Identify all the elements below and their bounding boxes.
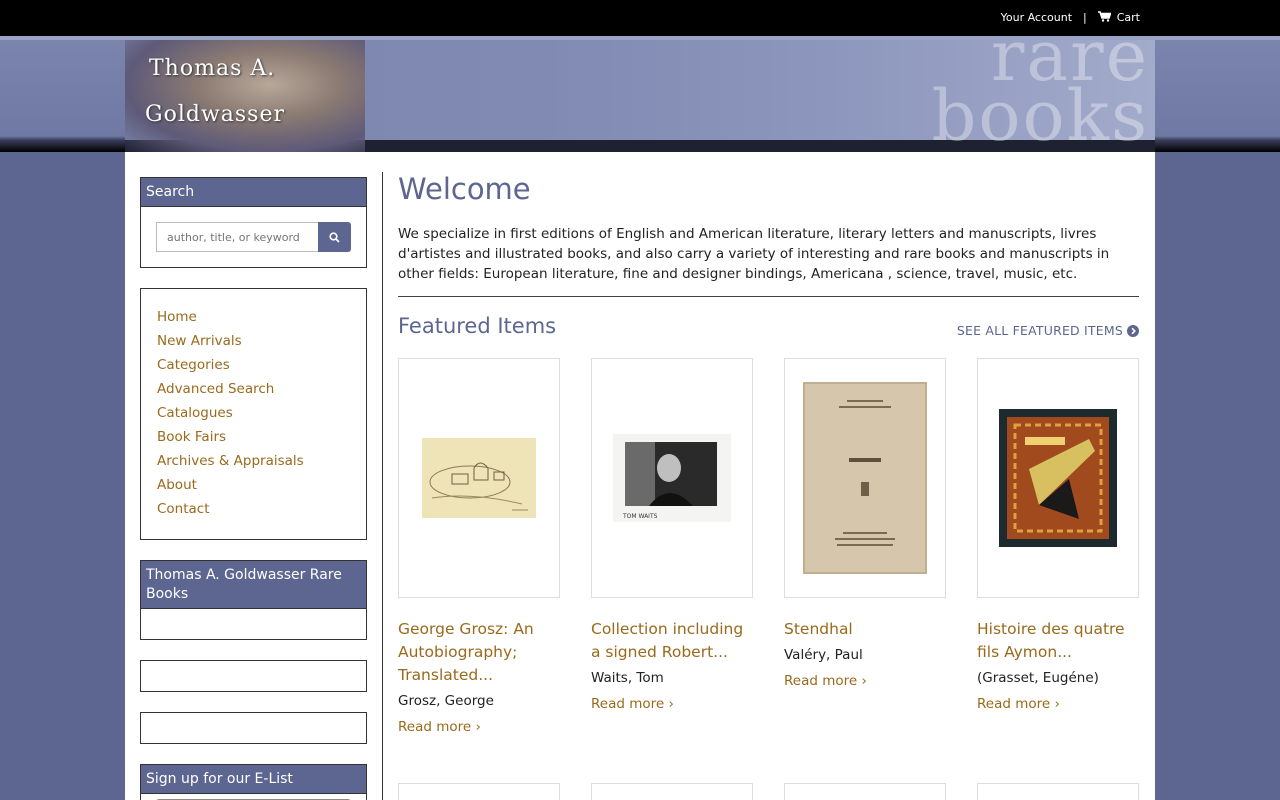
- search-panel-title: Search: [141, 178, 366, 207]
- sidebar: Search Home New Arrivals Categories Adva…: [140, 177, 367, 800]
- featured-item-card[interactable]: [398, 783, 560, 800]
- item-title-link[interactable]: Collection including a signed Robert...: [591, 618, 753, 664]
- item-author: Grosz, George: [398, 693, 494, 709]
- item-author: (Grasset, Eugéne): [977, 670, 1099, 686]
- nav-item-new-arrivals[interactable]: New Arrivals: [157, 329, 350, 353]
- site-header: Thomas A. Goldwasser rare books: [125, 40, 1155, 152]
- top-bar: Your Account | Cart: [0, 0, 1280, 36]
- logo-line-2: Goldwasser: [145, 102, 286, 127]
- nav-item-catalogues[interactable]: Catalogues: [157, 401, 350, 425]
- item-title-link[interactable]: Stendhal: [784, 618, 946, 641]
- item-thumbnail-sketch: [422, 438, 536, 518]
- sidebar-nav: Home New Arrivals Categories Advanced Se…: [141, 289, 366, 539]
- featured-items: George Grosz: An Autobiography; Translat…: [398, 358, 1139, 737]
- svg-text:TOM WAITS: TOM WAITS: [622, 513, 658, 520]
- chevron-right-icon: ›: [668, 696, 674, 712]
- featured-header: Featured Items SEE ALL FEATURED ITEMS: [398, 313, 1139, 345]
- company-panel-body: [141, 609, 366, 639]
- rare-books-tagline: rare books: [931, 40, 1149, 152]
- logo-line-1: Thomas A.: [149, 56, 276, 81]
- main-container: Search Home New Arrivals Categories Adva…: [125, 152, 1155, 800]
- featured-item-card[interactable]: [784, 783, 946, 800]
- item-image-link[interactable]: [784, 358, 946, 598]
- chevron-right-icon: ›: [1054, 696, 1060, 712]
- chevron-right-icon: ›: [475, 719, 481, 735]
- chevron-right-icon: ›: [861, 673, 867, 689]
- nav-item-contact[interactable]: Contact: [157, 497, 350, 521]
- intro-text: We specialize in first editions of Engli…: [398, 224, 1139, 297]
- main-content: Welcome We specialize in first editions …: [398, 172, 1139, 800]
- featured-item-card[interactable]: [977, 783, 1139, 800]
- column-divider: [382, 172, 383, 800]
- topbar-separator: |: [1083, 11, 1087, 24]
- featured-item: Histoire des quatre fils Aymon... (Grass…: [977, 358, 1139, 737]
- item-image-link[interactable]: [977, 358, 1139, 598]
- page-title: Welcome: [398, 172, 531, 206]
- item-author: Waits, Tom: [591, 670, 664, 686]
- see-all-featured-link[interactable]: SEE ALL FEATURED ITEMS: [957, 323, 1139, 338]
- featured-item: George Grosz: An Autobiography; Translat…: [398, 358, 560, 737]
- elist-panel: Sign up for our E-List: [140, 764, 367, 800]
- cart-link[interactable]: Cart: [1097, 11, 1140, 24]
- read-more-link[interactable]: Read more ›: [784, 671, 946, 691]
- read-more-link[interactable]: Read more ›: [591, 694, 753, 714]
- your-account-link[interactable]: Your Account: [1001, 11, 1072, 24]
- item-thumbnail-book-cover: [803, 382, 927, 574]
- item-image-link[interactable]: [398, 358, 560, 598]
- read-more-link[interactable]: Read more ›: [977, 694, 1139, 714]
- see-all-label: SEE ALL FEATURED ITEMS: [956, 323, 1123, 338]
- item-thumbnail-binding: [999, 409, 1117, 547]
- empty-panel-2: [140, 712, 367, 744]
- item-title-link[interactable]: George Grosz: An Autobiography; Translat…: [398, 618, 560, 687]
- item-thumbnail-photo: TOM WAITS: [613, 434, 731, 522]
- cart-icon: [1097, 11, 1111, 22]
- search-icon: [329, 231, 340, 243]
- featured-item: Stendhal Valéry, Paul Read more ›: [784, 358, 946, 737]
- read-more-link[interactable]: Read more ›: [398, 717, 560, 737]
- chevron-circle-right-icon: [1127, 324, 1139, 337]
- search-input[interactable]: [156, 222, 318, 252]
- tagline-books: books: [931, 75, 1149, 152]
- nav-item-home[interactable]: Home: [157, 305, 350, 329]
- search-button[interactable]: [318, 222, 351, 252]
- nav-item-archives-appraisals[interactable]: Archives & Appraisals: [157, 449, 350, 473]
- nav-panel: Home New Arrivals Categories Advanced Se…: [140, 288, 367, 540]
- featured-item: TOM WAITS Collection including a signed …: [591, 358, 753, 737]
- item-title-link[interactable]: Histoire des quatre fils Aymon...: [977, 618, 1139, 664]
- nav-item-book-fairs[interactable]: Book Fairs: [157, 425, 350, 449]
- company-panel-title: Thomas A. Goldwasser Rare Books: [141, 561, 366, 609]
- elist-panel-title: Sign up for our E-List: [141, 765, 366, 794]
- item-author: Valéry, Paul: [784, 647, 863, 663]
- featured-items-row-2: [398, 783, 1139, 800]
- company-panel: Thomas A. Goldwasser Rare Books: [140, 560, 367, 640]
- cart-label: Cart: [1116, 11, 1140, 24]
- empty-panel-1: [140, 660, 367, 692]
- nav-item-about[interactable]: About: [157, 473, 350, 497]
- featured-item-card[interactable]: [591, 783, 753, 800]
- search-panel: Search: [140, 177, 367, 268]
- nav-item-advanced-search[interactable]: Advanced Search: [157, 377, 350, 401]
- item-image-link[interactable]: TOM WAITS: [591, 358, 753, 598]
- search-form: [141, 207, 366, 267]
- account-links: Your Account | Cart: [1001, 11, 1140, 24]
- nav-item-categories[interactable]: Categories: [157, 353, 350, 377]
